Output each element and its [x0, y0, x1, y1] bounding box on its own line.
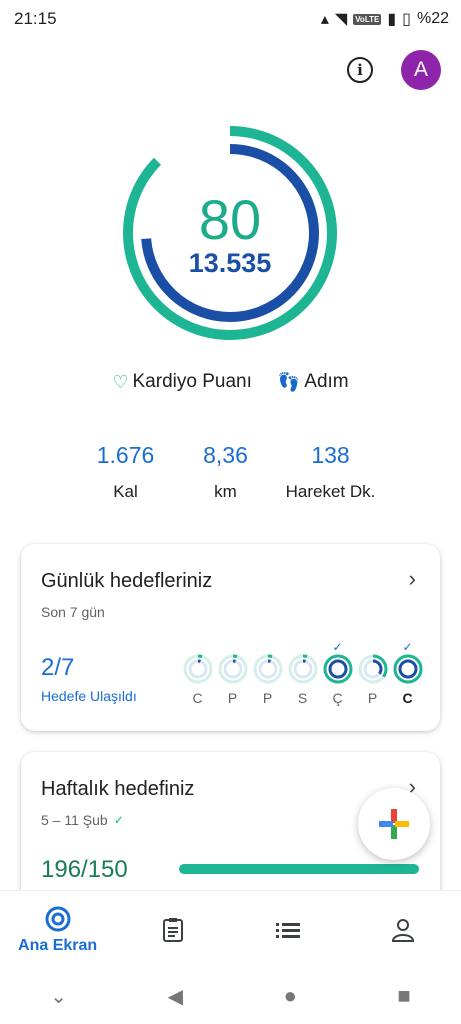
system-nav: ⌄ ◀ ● ■	[0, 968, 461, 1024]
nav-browse[interactable]	[231, 891, 346, 968]
legend-steps: 👣 Adım	[278, 371, 349, 393]
weekly-goal-date-text: 5 – 11 Şub	[41, 812, 108, 828]
day-goal-3: S	[286, 640, 319, 706]
stat-label: Hareket Dk.	[285, 482, 376, 501]
check-icon: ✓	[332, 640, 343, 654]
info-icon[interactable]: i	[347, 57, 373, 83]
day-label: C	[402, 690, 413, 706]
ring-legend: ♡ Kardiyo Puanı 👣 Adım	[0, 371, 461, 393]
home-ring-icon	[45, 906, 71, 931]
stat-distance: 8,36 km	[191, 440, 261, 502]
stat-value: 8,36	[203, 442, 248, 468]
day-label: P	[227, 690, 238, 706]
weekly-goal-date: 5 – 11 Şub ✓	[41, 812, 124, 828]
activity-ring[interactable]: 80 13.535	[120, 123, 340, 343]
alarm-icon: ▴	[320, 11, 329, 28]
avatar[interactable]: A	[401, 50, 441, 90]
steps-value: 13.535	[188, 248, 272, 278]
daily-goals-title: Günlük hedefleriniz	[41, 570, 213, 592]
day-goal-ring	[253, 654, 282, 684]
day-goal-ring	[393, 654, 422, 684]
chevron-right-icon[interactable]: ›	[409, 566, 416, 592]
recents-icon[interactable]: ■	[397, 983, 410, 1009]
weekly-goal-count: 196/150	[41, 856, 128, 883]
daily-goals-subtitle-text: Son 7 gün	[41, 604, 105, 620]
stat-value: 1.676	[96, 442, 155, 468]
daily-goals-days: C P P S ✓ Ç P ✓ C	[181, 640, 424, 706]
check-icon: ✓	[402, 640, 413, 654]
nav-journal[interactable]	[115, 891, 230, 968]
volte-badge: VoLTE	[353, 13, 382, 25]
day-goal-ring	[183, 654, 212, 684]
day-goal-ring	[358, 654, 387, 684]
daily-goals-count: 2/7	[41, 654, 75, 681]
daily-goals-subtitle: Son 7 gün	[41, 604, 105, 620]
day-goal-1: P	[216, 640, 249, 706]
stat-calories: 1.676 Kal	[61, 440, 191, 502]
day-goal-6: ✓ C	[391, 640, 424, 706]
day-label: C	[192, 690, 203, 706]
day-goal-ring	[323, 654, 352, 684]
activity-stats: 1.676 Kal 8,36 km 138 Hareket Dk.	[0, 440, 461, 502]
day-goal-ring	[288, 654, 317, 684]
weekly-goal-title: Haftalık hedefiniz	[41, 778, 195, 800]
weekly-goal-progress-bar	[179, 864, 419, 874]
day-goal-5: P	[356, 640, 389, 706]
status-icons: ▴ ◥ VoLTE ▮ ▯ %22	[321, 9, 449, 29]
nav-home[interactable]: Ana Ekran	[0, 891, 115, 968]
daily-goals-card[interactable]: Günlük hedefleriniz › Son 7 gün 2/7 Hede…	[21, 544, 440, 731]
battery-level: %22	[416, 10, 449, 27]
status-bar: 21:15 ▴ ◥ VoLTE ▮ ▯ %22	[0, 0, 461, 38]
daily-goals-count-label: Hedefe Ulaşıldı	[41, 688, 137, 704]
battery-icon: ▯	[402, 11, 411, 28]
day-goal-0: C	[181, 640, 214, 706]
stat-label: km	[214, 482, 237, 501]
day-label: S	[297, 690, 308, 706]
day-label: P	[262, 690, 273, 706]
day-goal-ring	[218, 654, 247, 684]
legend-cardio-label: Kardiyo Puanı	[132, 371, 252, 392]
heart-icon: ♡	[112, 371, 129, 392]
day-label: P	[367, 690, 378, 706]
person-icon	[392, 918, 415, 942]
day-goal-2: P	[251, 640, 284, 706]
nav-home-label: Ana Ekran	[18, 936, 98, 954]
list-icon	[276, 922, 301, 938]
status-time: 21:15	[14, 9, 57, 28]
legend-steps-label: Adım	[304, 371, 349, 392]
stat-value: 138	[311, 442, 350, 468]
legend-cardio: ♡ Kardiyo Puanı	[112, 371, 252, 393]
add-fab-button[interactable]	[358, 788, 430, 860]
cardio-points-value: 80	[198, 188, 262, 251]
back-icon[interactable]: ◀	[168, 984, 183, 1009]
nav-profile[interactable]	[346, 891, 461, 968]
ring-values: 80 13.535	[120, 123, 340, 343]
plus-icon	[379, 809, 409, 839]
day-label: Ç	[332, 690, 343, 706]
signal-icon: ▮	[387, 11, 397, 28]
wifi-icon: ◥	[334, 11, 348, 28]
clipboard-icon	[162, 917, 183, 942]
stat-label: Kal	[113, 482, 138, 501]
header-actions: i A	[347, 50, 441, 90]
bottom-nav: Ana Ekran	[0, 890, 461, 968]
stat-move-minutes: 138 Hareket Dk.	[261, 440, 401, 502]
check-icon: ✓	[113, 813, 124, 827]
home-icon[interactable]: ●	[284, 983, 297, 1009]
day-goal-4: ✓ Ç	[321, 640, 354, 706]
chevron-down-icon[interactable]: ⌄	[50, 984, 67, 1009]
footsteps-icon: 👣	[277, 371, 301, 392]
